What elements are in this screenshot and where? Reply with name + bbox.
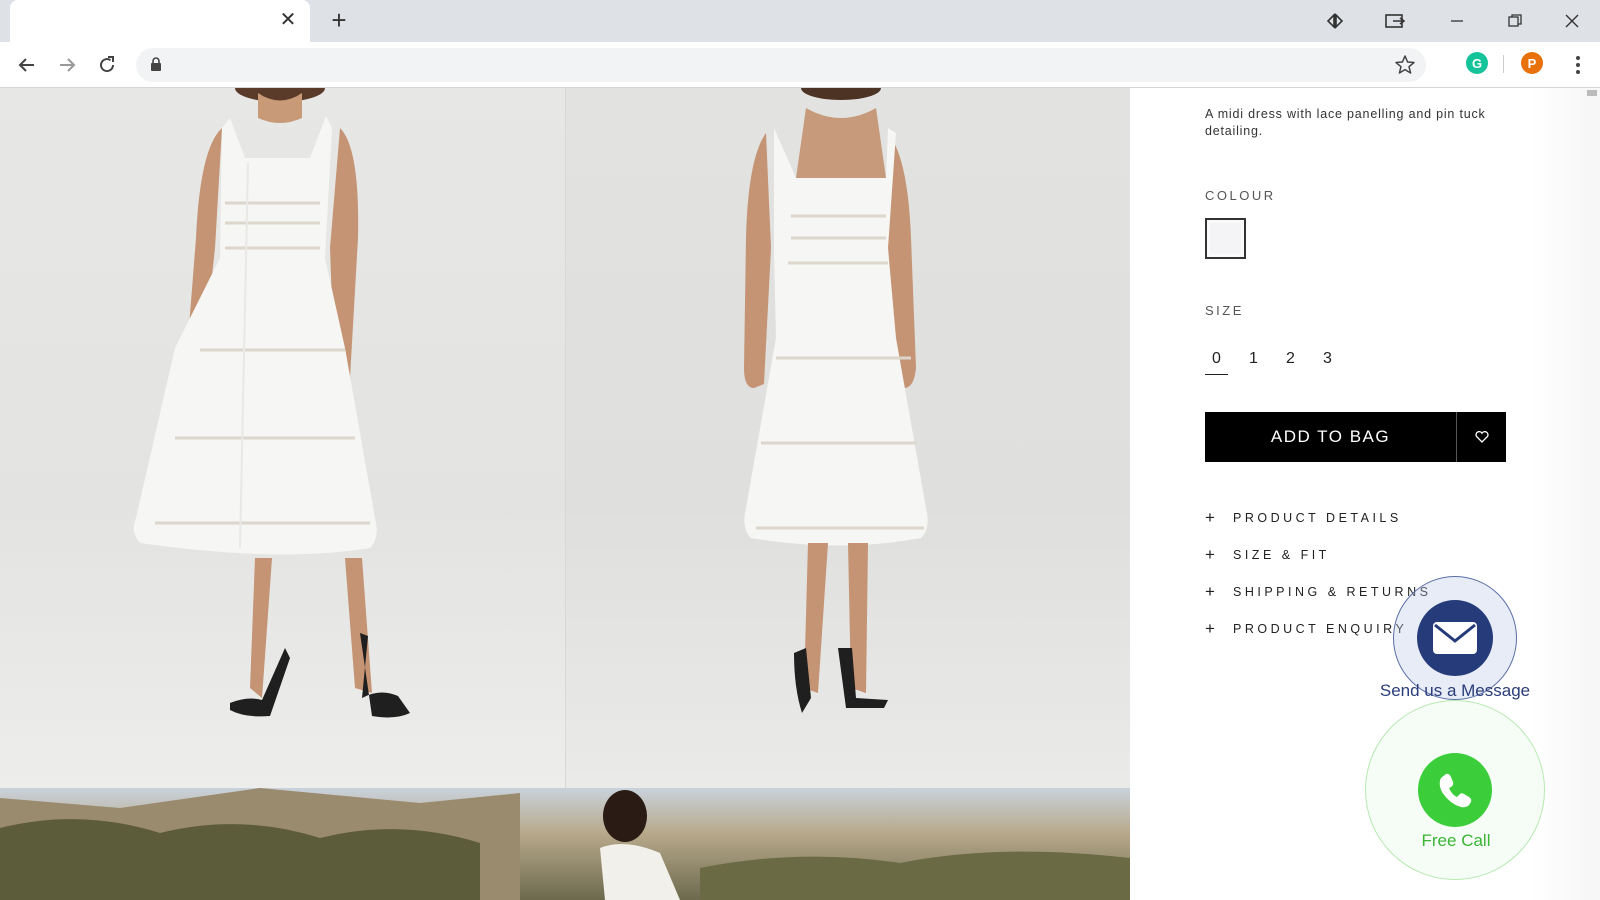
restore-icon[interactable] xyxy=(1492,6,1538,36)
plus-icon: + xyxy=(1205,582,1215,601)
reload-icon[interactable] xyxy=(91,49,123,81)
accordion-label: PRODUCT DETAILS xyxy=(1233,511,1402,525)
page-viewport: A midi dress with lace panelling and pin… xyxy=(0,88,1600,900)
accordion-product-details[interactable]: + PRODUCT DETAILS xyxy=(1205,508,1402,528)
add-to-bag-button[interactable]: ADD TO BAG xyxy=(1205,412,1456,462)
accordion-label: SIZE & FIT xyxy=(1233,548,1330,562)
free-call-label[interactable]: Free Call xyxy=(1366,831,1546,851)
dress-front-illustration xyxy=(133,88,410,718)
colour-label: COLOUR xyxy=(1205,188,1276,203)
accordion-shipping-returns[interactable]: + SHIPPING & RETURNS xyxy=(1205,582,1431,602)
bookmark-star-icon[interactable] xyxy=(1394,54,1416,81)
close-window-icon[interactable] xyxy=(1549,6,1595,36)
product-image-lifestyle[interactable] xyxy=(0,788,1130,900)
product-image-front[interactable] xyxy=(0,88,565,788)
send-message-label[interactable]: Send us a Message xyxy=(1370,681,1540,701)
size-label: SIZE xyxy=(1205,303,1244,318)
call-button[interactable] xyxy=(1418,753,1492,827)
tab-strip: ✕ + xyxy=(0,0,1600,42)
dress-back-illustration xyxy=(744,88,928,713)
back-icon[interactable] xyxy=(11,49,43,81)
colour-swatch-white[interactable] xyxy=(1205,218,1246,259)
size-option-2[interactable]: 2 xyxy=(1279,350,1302,375)
toolbar-separator xyxy=(1503,55,1504,73)
message-button[interactable] xyxy=(1417,600,1493,676)
size-option-1[interactable]: 1 xyxy=(1242,350,1265,375)
free-call-widget[interactable]: Free Call xyxy=(1365,700,1545,880)
forward-icon[interactable] xyxy=(51,49,83,81)
landscape-illustration xyxy=(0,788,1130,900)
new-tab-button[interactable]: + xyxy=(326,7,352,34)
browser-tab[interactable]: ✕ xyxy=(10,0,310,42)
plus-icon: + xyxy=(1205,619,1215,638)
media-router-icon[interactable] xyxy=(1312,6,1358,36)
lock-icon[interactable] xyxy=(150,57,162,76)
minimize-icon[interactable] xyxy=(1434,6,1480,36)
plus-icon: + xyxy=(1205,508,1215,527)
product-description: A midi dress with lace panelling and pin… xyxy=(1205,107,1486,138)
accordion-label: PRODUCT ENQUIRY xyxy=(1233,622,1408,636)
page-scrollbar[interactable] xyxy=(1584,88,1600,900)
tab-close-icon[interactable]: ✕ xyxy=(276,9,300,33)
size-option-0[interactable]: 0 xyxy=(1205,350,1228,375)
accordion-size-fit[interactable]: + SIZE & FIT xyxy=(1205,545,1330,565)
size-options: 0 1 2 3 xyxy=(1205,350,1339,375)
scrollbar-thumb[interactable] xyxy=(1587,90,1597,96)
envelope-icon xyxy=(1433,622,1477,654)
swatch-fill xyxy=(1210,223,1241,254)
size-option-3[interactable]: 3 xyxy=(1316,350,1339,375)
phone-icon xyxy=(1439,773,1472,808)
cast-icon[interactable] xyxy=(1372,6,1418,36)
browser-toolbar: G P xyxy=(0,42,1600,88)
accordion-label: SHIPPING & RETURNS xyxy=(1233,585,1432,599)
profile-avatar[interactable]: P xyxy=(1521,52,1543,74)
product-image-back[interactable] xyxy=(565,88,1130,788)
wishlist-heart-icon[interactable] xyxy=(1456,412,1506,462)
grammarly-extension-icon[interactable]: G xyxy=(1466,52,1488,74)
plus-icon: + xyxy=(1205,545,1215,564)
accordion-product-enquiry[interactable]: + PRODUCT ENQUIRY xyxy=(1205,619,1407,639)
menu-kebab-icon[interactable] xyxy=(1562,49,1594,81)
address-bar[interactable] xyxy=(136,48,1426,82)
